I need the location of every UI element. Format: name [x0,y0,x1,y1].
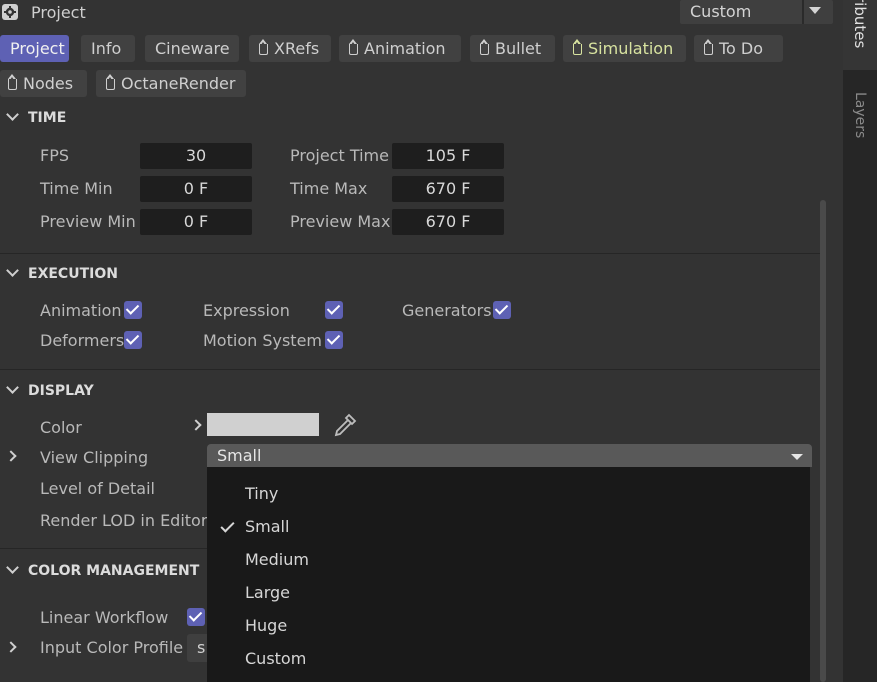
menu-item-tiny[interactable]: Tiny [245,484,278,503]
color-label: Color [40,418,82,437]
tab-label: Simulation [588,39,674,58]
vertical-scrollbar[interactable] [820,200,826,682]
motion-system-label: Motion System [203,331,322,350]
level-of-detail-label: Level of Detail [40,479,155,498]
preset-value: Custom [690,2,752,21]
menu-item-large[interactable]: Large [245,583,290,602]
tab-simulation[interactable]: Simulation [563,35,686,62]
view-clipping-value: Small [217,446,262,465]
section-divider [0,548,207,549]
generators-label: Generators [402,301,492,320]
home-icon [258,39,268,55]
project-time-field[interactable]: 105 F [392,143,504,169]
time-min-label: Time Min [40,179,113,198]
view-clipping-dropdown[interactable]: Small [207,444,812,467]
time-min-field[interactable]: 0 F [140,176,252,202]
chevron-down-icon [791,454,803,460]
input-color-profile-label: Input Color Profile [40,638,184,657]
fps-field[interactable]: 30 [140,143,252,169]
menu-item-huge[interactable]: Huge [245,616,287,635]
checkmark-icon [220,518,235,533]
home-icon [479,39,489,55]
home-icon [572,39,582,55]
tab-project[interactable]: Project [0,35,69,62]
menu-item-small[interactable]: Small [245,517,289,536]
tab-info[interactable]: Info [81,35,135,62]
expression-checkbox[interactable] [325,301,343,319]
section-title-color-management[interactable]: COLOR MANAGEMENT [28,563,199,579]
tab-nodes[interactable]: Nodes [0,70,87,97]
input-color-profile-dropdown[interactable]: s [187,634,208,662]
time-max-field[interactable]: 670 F [392,176,504,202]
time-max-label: Time Max [290,179,368,198]
preview-max-field[interactable]: 670 F [392,209,504,235]
project-time-label: Project Time [290,146,389,165]
home-icon [703,39,713,55]
preview-min-label: Preview Min [40,212,136,231]
motion-system-checkbox[interactable] [325,331,343,349]
chevron-down-icon[interactable] [6,108,19,121]
section-divider [0,253,820,254]
chevron-down-icon[interactable] [6,264,19,277]
tab-label: Info [91,39,122,58]
generators-checkbox[interactable] [493,301,511,319]
tab-label: XRefs [274,39,320,58]
tab-octanerender[interactable]: OctaneRender [96,70,246,97]
preview-min-field[interactable]: 0 F [140,209,252,235]
tab-attributes-label: ributes [851,0,869,49]
panel-title: Project [31,3,86,22]
tab-xrefs[interactable]: XRefs [249,35,331,62]
preset-dropdown[interactable]: Custom [680,0,833,24]
chevron-right-icon[interactable] [5,450,17,462]
tab-animation[interactable]: Animation [339,35,461,62]
chevron-down-icon[interactable] [6,381,19,394]
tab-label: Nodes [23,74,74,93]
fps-label: FPS [40,146,70,165]
tab-label: Animation [364,39,446,58]
linear-workflow-label: Linear Workflow [40,608,169,627]
tab-label: To Do [719,39,764,58]
preview-max-label: Preview Max [290,212,391,231]
section-title-display[interactable]: DISPLAY [28,383,94,399]
expression-label: Expression [203,301,290,320]
linear-workflow-checkbox[interactable] [187,608,205,626]
tab-label: OctaneRender [121,74,236,93]
tab-to-do[interactable]: To Do [694,35,783,62]
deformers-label: Deformers [40,331,125,350]
tab-label: Project [10,39,65,58]
animation-checkbox[interactable] [124,301,142,319]
chevron-right-icon[interactable] [190,419,202,431]
tab-cineware[interactable]: Cineware [145,35,239,62]
input-color-profile-value: s [197,638,206,657]
menu-item-custom[interactable]: Custom [245,649,306,668]
chevron-right-icon[interactable] [5,641,17,653]
home-icon [7,74,17,90]
menu-item-medium[interactable]: Medium [245,550,309,569]
home-icon [348,39,358,55]
color-swatch[interactable] [207,413,319,436]
animation-label: Animation [40,301,122,320]
dropdown-divider [802,0,804,24]
render-lod-label: Render LOD in Editor [40,511,208,530]
tab-layers[interactable]: Layers [852,92,868,138]
view-clipping-menu: Tiny Small Medium Large Huge Custom [207,467,810,682]
chevron-down-icon [809,7,821,14]
section-title-execution[interactable]: EXECUTION [28,266,118,282]
chevron-down-icon[interactable] [6,561,19,574]
section-divider [0,369,820,370]
deformers-checkbox[interactable] [124,331,142,349]
home-icon [105,74,115,90]
section-title-time[interactable]: TIME [28,110,66,126]
tab-label: Bullet [495,39,542,58]
view-clipping-label: View Clipping [40,448,149,467]
eyedropper-icon[interactable] [332,412,358,442]
tab-label: Cineware [155,39,230,58]
tab-bullet[interactable]: Bullet [470,35,555,62]
gear-icon[interactable] [2,4,18,20]
